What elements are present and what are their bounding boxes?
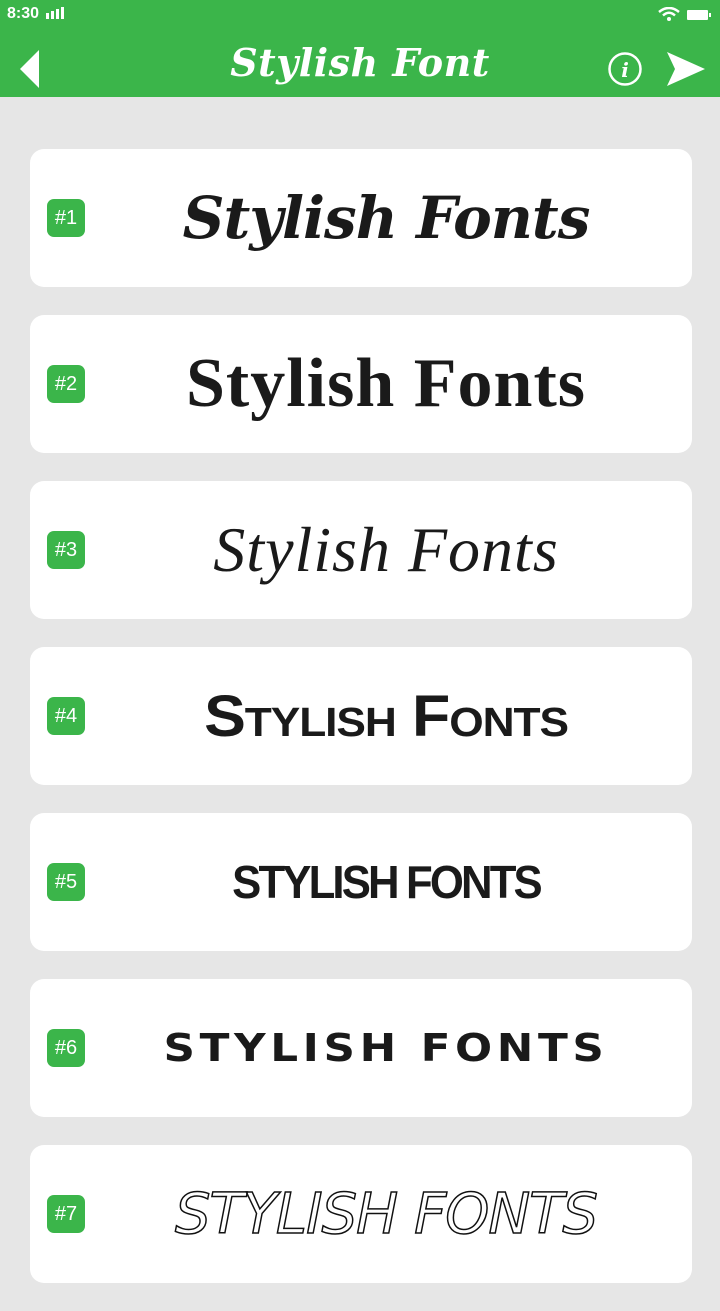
font-card-5[interactable]: #5 STYLISH FONTS bbox=[30, 813, 692, 951]
font-sample: Stylish Fonts bbox=[185, 345, 587, 422]
font-card-7[interactable]: #7 STYLISH FONTS bbox=[30, 1145, 692, 1283]
font-badge: #2 bbox=[47, 365, 85, 403]
font-card-2[interactable]: #2 Stylish Fonts bbox=[30, 315, 692, 453]
send-button[interactable] bbox=[665, 50, 707, 88]
send-icon bbox=[667, 52, 705, 86]
font-card-4[interactable]: #4 Stylish Fonts bbox=[30, 647, 692, 785]
wifi-icon bbox=[658, 7, 680, 21]
font-sample: STYLISH FONTS bbox=[174, 1181, 599, 1248]
signal-icon bbox=[46, 7, 64, 19]
font-badge: #7 bbox=[47, 1195, 85, 1233]
battery-icon bbox=[687, 10, 711, 20]
app-bar: 8:30 Stylish Font i bbox=[0, 0, 720, 97]
font-badge: #3 bbox=[47, 531, 85, 569]
font-card-6[interactable]: #6 STYLISH FONTS bbox=[30, 979, 692, 1117]
font-sample: Stylish Fonts bbox=[204, 683, 569, 749]
font-list: #1 Stylish Fonts #2 Stylish Fonts #3 Sty… bbox=[30, 149, 692, 1311]
status-time: 8:30 bbox=[7, 5, 40, 22]
font-sample: STYLISH FONTS bbox=[163, 1026, 609, 1070]
font-sample: Stylish Fonts bbox=[213, 514, 559, 585]
font-sample: STYLISH FONTS bbox=[232, 856, 543, 908]
svg-text:i: i bbox=[621, 58, 629, 82]
font-sample: Stylish Fonts bbox=[182, 184, 591, 252]
info-button[interactable]: i bbox=[607, 51, 643, 87]
font-badge: #5 bbox=[47, 863, 85, 901]
font-badge: #1 bbox=[47, 199, 85, 237]
font-card-3[interactable]: #3 Stylish Fonts bbox=[30, 481, 692, 619]
font-card-1[interactable]: #1 Stylish Fonts bbox=[30, 149, 692, 287]
